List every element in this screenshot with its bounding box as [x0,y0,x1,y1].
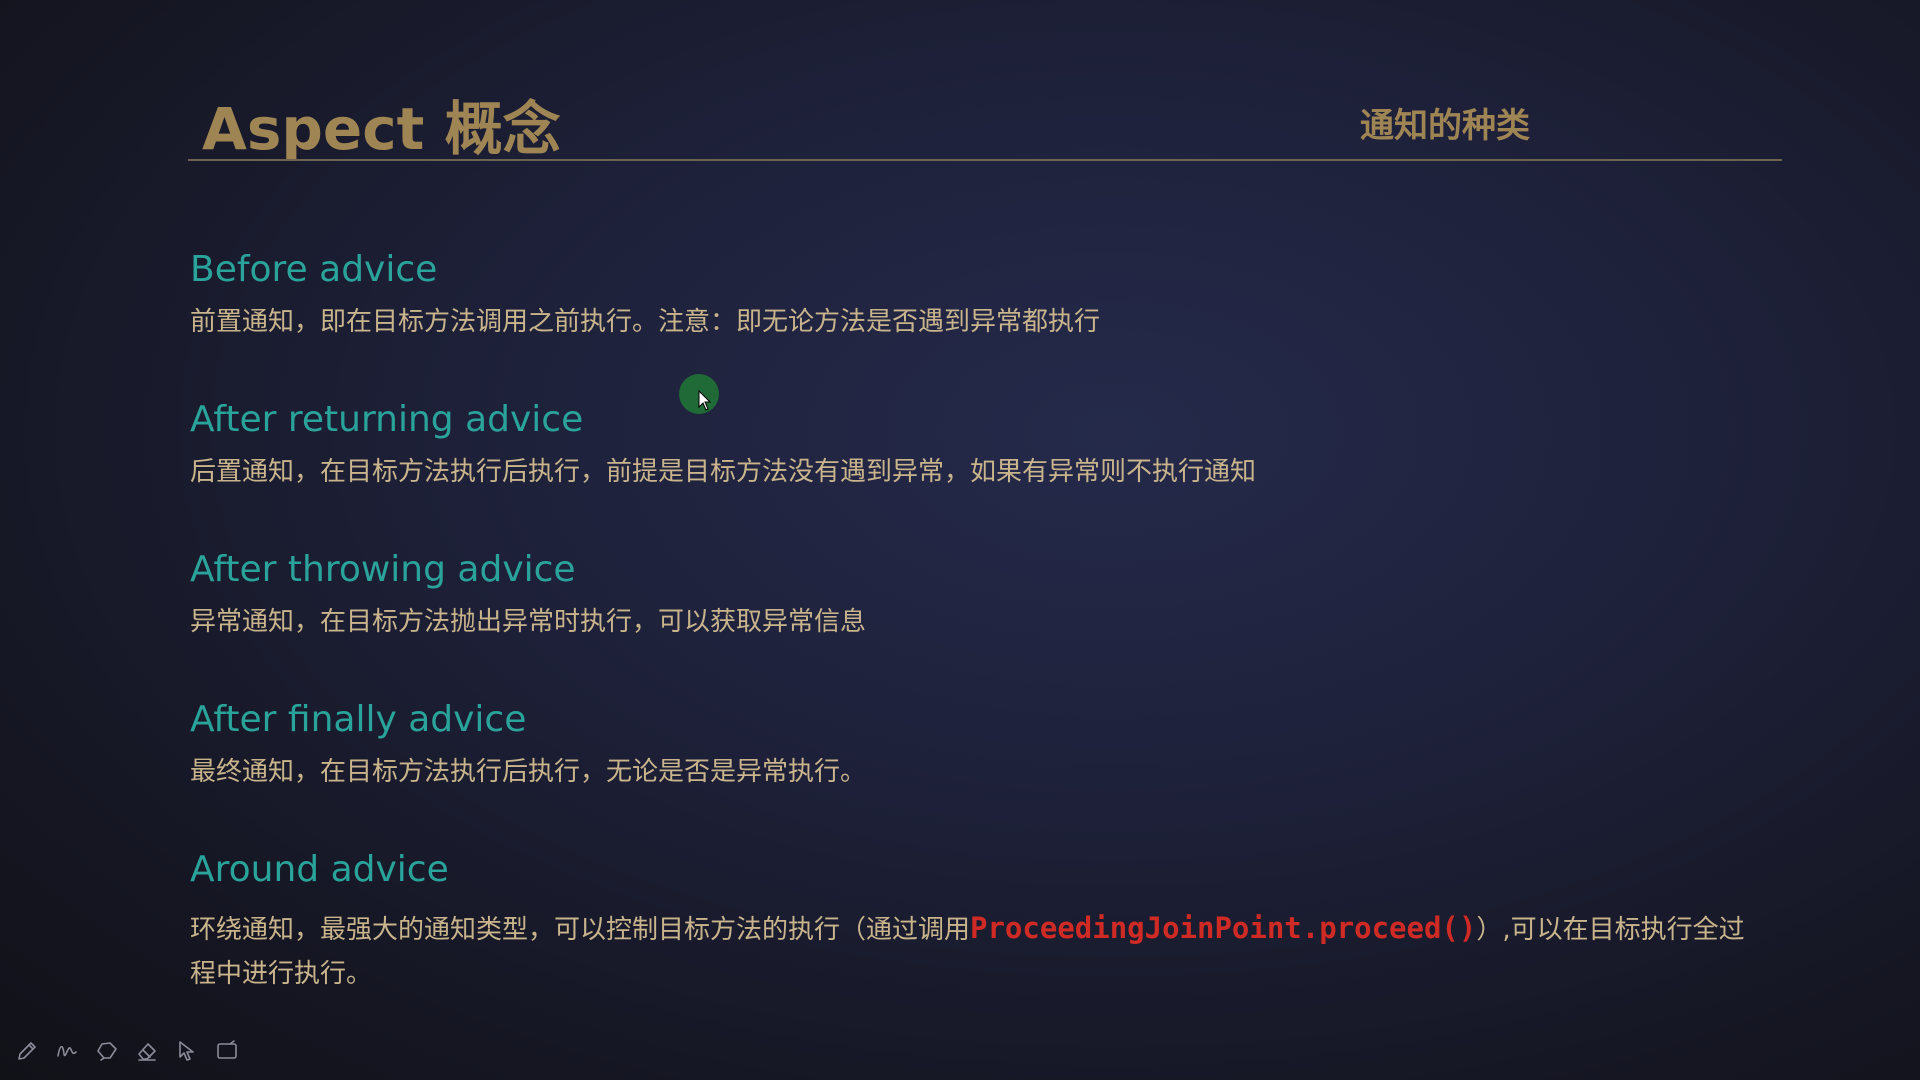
advice-heading: After finally advice [190,699,527,740]
annotation-toolbar [12,1036,242,1066]
screen-icon[interactable] [212,1036,242,1066]
eraser-icon[interactable] [132,1036,162,1066]
pen-icon[interactable] [12,1036,42,1066]
advice-description: 最终通知，在目标方法执行后执行，无论是否是异常执行。 [190,757,867,787]
mouse-pointer-icon [698,390,712,411]
advice-desc-text: 环绕通知，最强大的通知类型，可以控制目标方法的执行（通过调用 [190,915,971,945]
advice-after-throwing: After throwing advice 异常通知，在目标方法抛出异常时执行，… [190,544,1750,644]
advice-description: 环绕通知，最强大的通知类型，可以控制目标方法的执行（通过调用Proceeding… [190,906,1750,996]
advice-heading: Before advice [190,249,438,290]
slide-title: Aspect 概念 [202,95,561,163]
advice-around: Around advice 环绕通知，最强大的通知类型，可以控制目标方法的执行（… [190,844,1750,996]
advice-description: 后置通知，在目标方法执行后执行，前提是目标方法没有遇到异常，如果有异常则不执行通… [190,457,1257,487]
advice-description: 前置通知，即在目标方法调用之前执行。注意：即无论方法是否遇到异常都执行 [190,307,1101,337]
advice-after-finally: After finally advice 最终通知，在目标方法执行后执行，无论是… [190,694,1750,794]
advice-description: 异常通知，在目标方法抛出异常时执行，可以获取异常信息 [190,607,867,637]
code-snippet: ProceedingJoinPoint.proceed() [970,911,1477,945]
advice-heading: After returning advice [190,399,584,440]
pointer-icon[interactable] [172,1036,202,1066]
slide-subtitle: 通知的种类 [1360,106,1530,146]
title-divider [188,159,1782,161]
freehand-icon[interactable] [52,1036,82,1066]
advice-heading: Around advice [190,849,449,890]
advice-after-returning: After returning advice 后置通知，在目标方法执行后执行，前… [190,394,1750,494]
lasso-icon[interactable] [92,1036,122,1066]
advice-heading: After throwing advice [190,549,576,590]
advice-before: Before advice 前置通知，即在目标方法调用之前执行。注意：即无论方法… [190,244,1750,344]
